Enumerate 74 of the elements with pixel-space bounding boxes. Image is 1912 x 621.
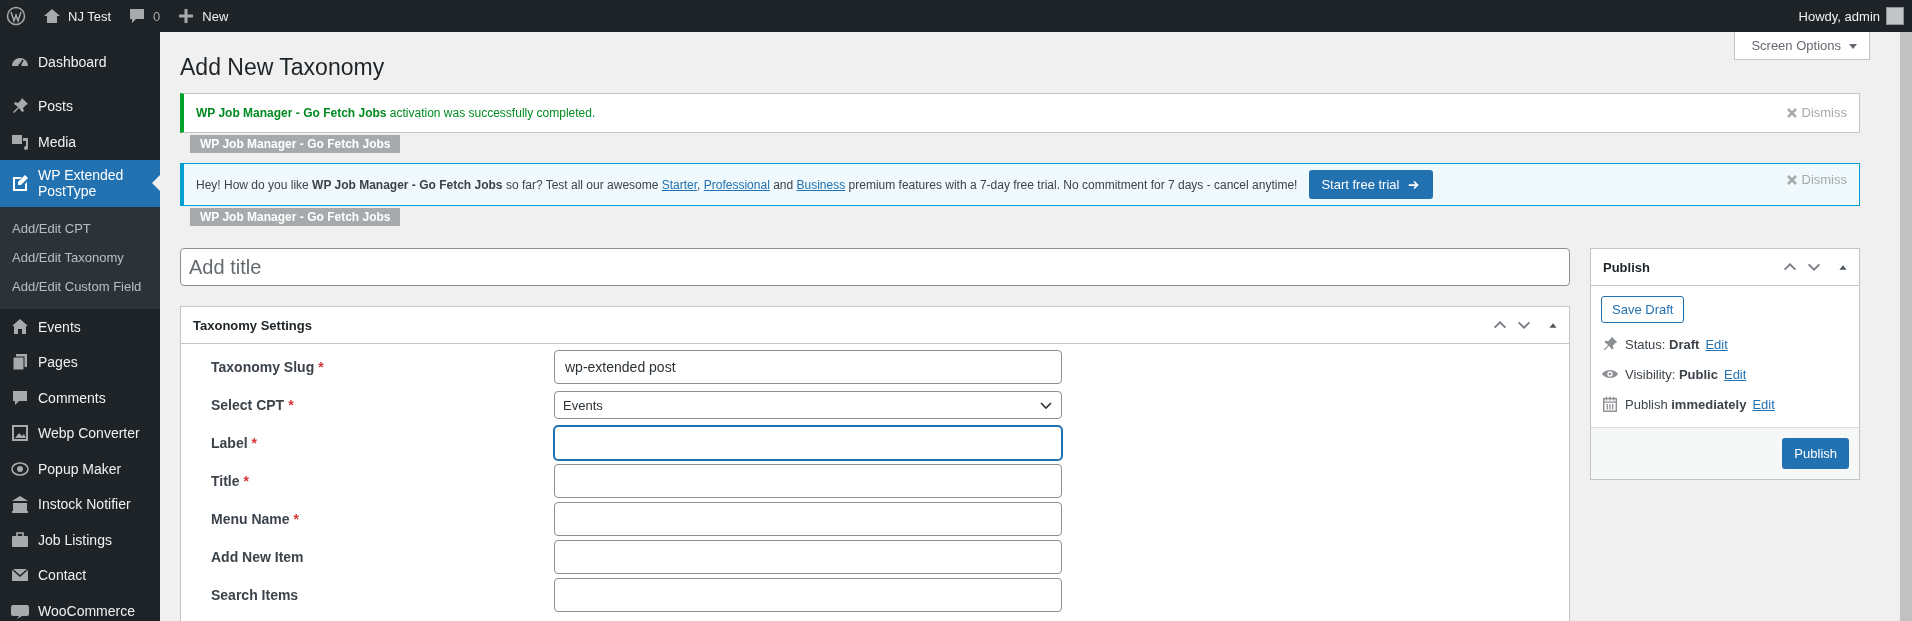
- text-input[interactable]: [554, 502, 1062, 536]
- home-icon[interactable]: [42, 6, 62, 26]
- field-label: Add New Item: [211, 549, 304, 565]
- publish-button[interactable]: Publish: [1782, 438, 1849, 469]
- sidebar-item[interactable]: Posts: [0, 88, 160, 124]
- plugin-tag: WP Job Manager - Go Fetch Jobs: [190, 135, 401, 153]
- caret-down-icon: [1849, 41, 1857, 50]
- greeting-link[interactable]: Howdy, admin: [1798, 8, 1880, 24]
- edit-link[interactable]: Edit: [1752, 396, 1775, 412]
- field-label: Label: [211, 435, 248, 451]
- title-input[interactable]: Add title: [180, 248, 1570, 286]
- text-input[interactable]: [554, 426, 1062, 460]
- sidebar-item[interactable]: Events: [0, 309, 160, 345]
- submenu-item[interactable]: Add/Edit Taxonomy: [0, 243, 160, 272]
- text-input[interactable]: [554, 464, 1062, 498]
- field-label: Search Items: [211, 587, 299, 603]
- sidebar-item[interactable]: WooCommerce: [0, 593, 160, 621]
- notice-text: Hey! How do you like WP Job Manager - Go Fetch Jobs so far? Test all our awesome Starter, Professional and Business premium features with a 7-day free trial. No commitment for 7 days - cancel anytime!: [196, 177, 1298, 192]
- sidebar-item[interactable]: Instock Notifier: [0, 486, 160, 522]
- building-icon: [10, 494, 30, 515]
- save-draft-button[interactable]: Save Draft: [1601, 296, 1685, 323]
- calendar-icon: [1601, 395, 1619, 413]
- sidebar-item[interactable]: Popup Maker: [0, 451, 160, 487]
- pushpin-icon: [1601, 335, 1619, 353]
- notice-text: WP Job Manager - Go Fetch Jobs activation was successfully completed.: [196, 106, 596, 120]
- houses-icon: [10, 316, 30, 337]
- sidebar-item[interactable]: Webp Converter: [0, 415, 160, 451]
- sidebar-item[interactable]: WP Extended PostType: [0, 159, 160, 207]
- briefcase-icon: [10, 529, 30, 550]
- pages-icon: [10, 352, 30, 373]
- start-trial-button[interactable]: Start free trial: [1309, 170, 1434, 199]
- new-link[interactable]: New: [202, 8, 229, 24]
- publish-info: Status: Draft: [1625, 336, 1700, 352]
- sidebar-item[interactable]: Pages: [0, 344, 160, 380]
- plugin-tag: WP Job Manager - Go Fetch Jobs: [190, 208, 401, 226]
- link[interactable]: Starter: [661, 177, 698, 192]
- panel-title: Publish: [1603, 259, 1651, 275]
- wordpress-logo-icon[interactable]: [6, 6, 26, 26]
- required-mark: *: [318, 359, 324, 375]
- sidebar-item[interactable]: Contact: [0, 557, 160, 593]
- cpt-select[interactable]: Events: [554, 391, 1062, 419]
- sidebar-item[interactable]: Job Listings: [0, 522, 160, 558]
- required-mark: *: [251, 435, 258, 451]
- sidebar-item[interactable]: Dashboard: [0, 44, 160, 80]
- link[interactable]: Professional: [703, 177, 770, 192]
- required-mark: *: [293, 511, 300, 527]
- field-label: Menu Name: [211, 511, 290, 527]
- scrollbar[interactable]: [1900, 32, 1912, 621]
- field-label: Title: [211, 473, 240, 489]
- close-icon: [1785, 106, 1798, 119]
- submenu-item[interactable]: Add/Edit Custom Field: [0, 272, 160, 301]
- text-input[interactable]: wp-extended post: [554, 350, 1062, 384]
- required-mark: *: [288, 397, 294, 413]
- publish-info: Visibility: Public: [1625, 366, 1718, 382]
- sidebar-item[interactable]: Media: [0, 124, 160, 160]
- publish-info: Publish immediately: [1625, 396, 1747, 412]
- site-name-link[interactable]: NJ Test: [68, 8, 112, 24]
- text-input[interactable]: [554, 578, 1062, 612]
- sidebar-item[interactable]: Comments: [0, 380, 160, 416]
- page-title: Add New Taxonomy: [180, 53, 385, 82]
- comment-count: 0: [153, 8, 161, 24]
- submenu-item[interactable]: Add/Edit CPT: [0, 214, 160, 243]
- edit-icon: [10, 173, 30, 194]
- link[interactable]: Business: [796, 177, 846, 192]
- text-input[interactable]: [554, 540, 1062, 574]
- image-icon: [10, 423, 30, 444]
- field-label: Select CPT: [211, 397, 285, 413]
- screen-options-button[interactable]: Screen Options: [1734, 32, 1870, 60]
- edit-link[interactable]: Edit: [1705, 336, 1728, 352]
- panel-title: Taxonomy Settings: [193, 317, 313, 333]
- edit-link[interactable]: Edit: [1723, 366, 1747, 382]
- field-label: Taxonomy Slug: [211, 359, 315, 375]
- required-mark: *: [243, 473, 249, 489]
- close-icon: [1785, 173, 1798, 186]
